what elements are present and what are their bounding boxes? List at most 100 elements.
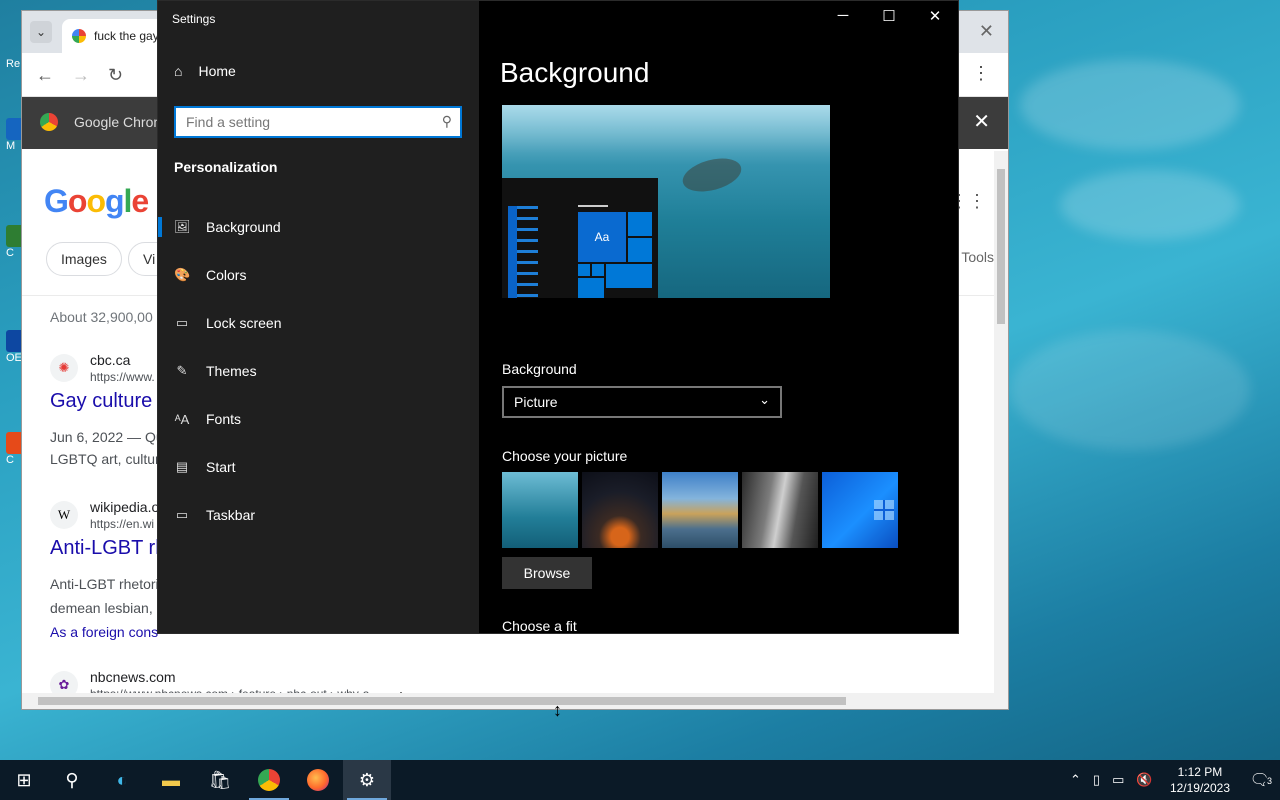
close-icon[interactable]: ✕ [912, 7, 958, 31]
result-count: About 32,900,00 [50, 309, 153, 325]
choose-picture-label: Choose your picture [502, 448, 628, 464]
result-site-name: nbcnews.com [90, 671, 176, 685]
clock-date: 12/19/2023 [1169, 781, 1230, 795]
background-type-dropdown[interactable]: Picture ⌄ [502, 386, 782, 418]
firefox-taskbar-button[interactable] [294, 760, 342, 800]
system-tray: ⌃ ▯ ▭ 🔇 [1070, 760, 1153, 800]
result-snippet-link[interactable]: As a foreign cons [50, 621, 158, 641]
search-placeholder: Find a setting [186, 114, 271, 130]
nav-item-fonts[interactable]: ᴬA Fonts [158, 399, 479, 439]
taskbar-clock[interactable]: 1:12 PM 12/19/2023 [1170, 764, 1230, 796]
reload-icon[interactable]: ↻ [108, 65, 123, 86]
nav-item-label: Themes [206, 363, 257, 379]
nav-item-label: Lock screen [206, 315, 282, 331]
back-arrow-icon[interactable]: ← [36, 65, 54, 86]
firefox-icon [307, 769, 329, 791]
chrome-logo-icon [40, 113, 58, 131]
edge-taskbar-button[interactable]: ◐ [98, 760, 146, 800]
forward-arrow-icon[interactable]: → [72, 65, 90, 86]
chevron-up-icon[interactable]: ⌃ [1070, 772, 1081, 788]
resize-cursor-icon: ↕ [553, 700, 562, 720]
search-button[interactable]: ⚲ [48, 760, 96, 800]
nav-item-background[interactable]: 🖼 Background [158, 207, 479, 247]
preview-tile [578, 264, 590, 276]
result-title-link[interactable]: Anti-LGBT rh [50, 537, 166, 560]
settings-content: ─ ☐ ✕ Background Aa Background Picture ⌄ [479, 1, 958, 633]
nav-item-taskbar[interactable]: ▭ Taskbar [158, 495, 479, 535]
tools-button[interactable]: Tools [961, 249, 994, 265]
result-snippet: Anti-LGBT rhetoric [50, 576, 166, 592]
home-nav-item[interactable]: ⌂ Home [174, 63, 236, 79]
chrome-taskbar-button[interactable] [245, 760, 293, 800]
file-explorer-taskbar-button[interactable]: ▬ [147, 760, 195, 800]
picture-thumbnail-beach[interactable] [662, 472, 738, 548]
result-title-link[interactable]: Gay culture i [50, 390, 162, 413]
result-url[interactable]: https://www. [90, 370, 155, 384]
more-menu-icon[interactable]: ⋮ [972, 63, 990, 84]
wikipedia-favicon-icon: W [50, 501, 78, 529]
picture-thumbnail-rock[interactable] [742, 472, 818, 548]
nav-item-label: Background [206, 219, 281, 235]
google-favicon-icon [72, 29, 86, 43]
volume-muted-icon[interactable]: 🔇 [1136, 772, 1152, 788]
cbc-favicon-icon: ✺ [50, 354, 78, 382]
picture-thumbnail-night-sky[interactable] [582, 472, 658, 548]
infobar-label: Google Chrom [74, 114, 166, 130]
browse-button[interactable]: Browse [502, 557, 592, 589]
preview-tile [578, 278, 604, 298]
wallpaper-wave [1060, 170, 1240, 240]
palette-icon: 🎨 [174, 267, 191, 282]
preview-tile [606, 264, 652, 288]
nav-item-colors[interactable]: 🎨 Colors [158, 255, 479, 295]
nav-item-lock-screen[interactable]: ▭ Lock screen [158, 303, 479, 343]
start-button[interactable]: ⊞ [0, 760, 48, 800]
nav-item-label: Colors [206, 267, 247, 283]
scrollbar-thumb[interactable] [38, 697, 846, 705]
nav-item-label: Start [206, 459, 236, 475]
search-icon: ⚲ [65, 769, 79, 790]
wallpaper-wave [1010, 330, 1250, 450]
horizontal-scrollbar[interactable] [22, 693, 1008, 709]
taskbar-icon: ▭ [175, 507, 189, 522]
maximize-icon[interactable]: ☐ [866, 7, 912, 31]
result-url[interactable]: https://en.wi [90, 517, 154, 531]
nav-item-label: Taskbar [206, 507, 256, 523]
background-label: Background [502, 361, 577, 377]
home-label: Home [198, 63, 236, 79]
folder-icon: ▬ [162, 769, 180, 790]
preview-start-menu: Aa [502, 178, 658, 298]
notification-count: 3 [1264, 776, 1274, 786]
home-icon: ⌂ [174, 63, 183, 79]
minimize-icon[interactable]: ─ [820, 7, 866, 31]
filter-chip-images[interactable]: Images [46, 242, 122, 276]
infobar-close-icon[interactable]: ✕ [973, 109, 990, 134]
preview-tile-header [578, 205, 608, 207]
notification-center-icon[interactable]: 🗨 3 [1250, 770, 1274, 790]
tab-search-button[interactable]: ⌄ [30, 21, 52, 43]
device-icon[interactable]: ▯ [1093, 772, 1100, 788]
nav-item-start[interactable]: ▤ Start [158, 447, 479, 487]
picture-thumbnail-windows[interactable] [822, 472, 898, 548]
desktop-icon-label: C [6, 454, 14, 466]
clock-time: 1:12 PM [1177, 765, 1223, 779]
choose-fit-label: Choose a fit [502, 618, 577, 634]
preview-tile: Aa [578, 212, 626, 262]
settings-taskbar-button[interactable]: ⚙ [343, 760, 391, 800]
scrollbar-thumb[interactable] [997, 169, 1005, 324]
nav-item-label: Fonts [206, 411, 242, 427]
picture-thumbnail-underwater[interactable] [502, 472, 578, 548]
store-taskbar-button[interactable]: 🛍 [196, 760, 244, 800]
network-icon[interactable]: ▭ [1112, 772, 1124, 788]
wallpaper-wave [1020, 60, 1240, 150]
settings-search-input[interactable]: Find a setting ⚲ [174, 106, 462, 138]
preview-tile [592, 264, 604, 276]
section-heading: Personalization [174, 159, 278, 175]
google-doodle-logo[interactable]: Google [44, 183, 149, 220]
preview-tile [628, 212, 652, 236]
result-snippet: demean lesbian, g [50, 600, 165, 616]
search-result: ✺ cbc.ca https://www. Gay culture i Jun … [50, 354, 170, 474]
nav-item-themes[interactable]: ✎ Themes [158, 351, 479, 391]
close-icon[interactable]: ✕ [979, 21, 994, 42]
vertical-scrollbar[interactable] [994, 151, 1008, 693]
tab-title: fuck the gay [94, 29, 159, 43]
